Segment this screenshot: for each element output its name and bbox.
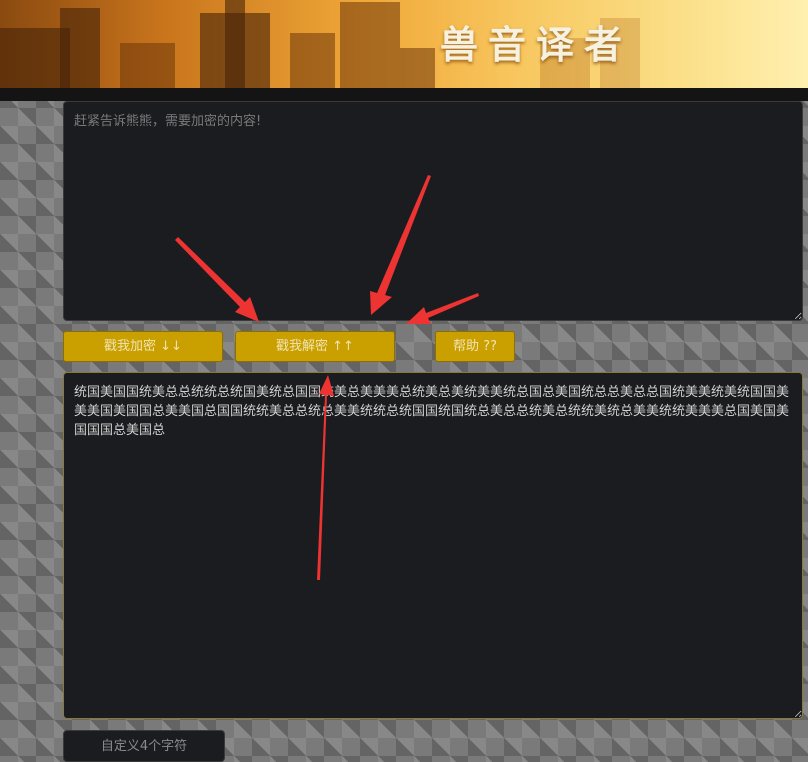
decrypt-button[interactable]: 戳我解密 ↑↑: [235, 331, 395, 362]
custom-chars-input[interactable]: [63, 730, 225, 762]
plaintext-input[interactable]: [63, 101, 803, 321]
app-title: 兽音译者: [440, 23, 633, 67]
header-divider: [0, 88, 808, 101]
help-button[interactable]: 帮助 ??: [435, 331, 515, 362]
encrypt-button[interactable]: 戳我加密 ↓↓: [63, 331, 223, 362]
header-banner: 兽音译者: [0, 0, 808, 88]
ciphertext-output[interactable]: 统国美国国统美总总统统总统国美统总国国统美总美美美总统美总美统美美统总国总美国统…: [63, 372, 803, 719]
